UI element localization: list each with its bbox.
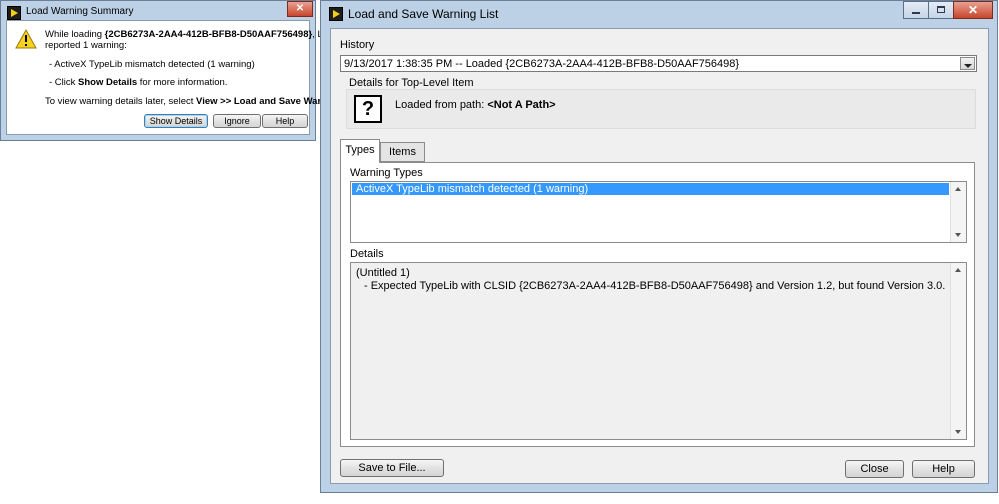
summary-client: While loading {2CB6273A-2AA4-412B-BFB8-D…	[6, 20, 363, 135]
main-close-caption-button[interactable]: ✕	[953, 1, 993, 19]
show-details-button[interactable]: Show Details	[144, 114, 208, 128]
details-label: Details	[350, 248, 384, 260]
history-value: 9/13/2017 1:38:35 PM -- Loaded {2CB6273A…	[344, 58, 740, 70]
details-line-1: (Untitled 1)	[356, 267, 410, 279]
history-dropdown[interactable]: 9/13/2017 1:38:35 PM -- Loaded {2CB6273A…	[340, 55, 977, 72]
warning-icon	[15, 29, 37, 49]
minimize-icon	[912, 12, 920, 14]
summary-line-1-prefix: While loading	[45, 29, 105, 40]
summary-line-1-id: {2CB6273A-2AA4-412B-BFB8-D50AAF756498}	[104, 29, 313, 40]
load-warning-summary-dialog: Load Warning Summary ✕ While loading {2C…	[0, 0, 363, 141]
main-client: History 9/13/2017 1:38:35 PM -- Loaded {…	[330, 28, 989, 484]
summary-help-button[interactable]: Help	[262, 114, 308, 128]
summary-hint: To view warning details later, select Vi…	[45, 96, 363, 108]
warning-types-label: Warning Types	[350, 167, 423, 179]
scroll-down-icon[interactable]	[955, 430, 961, 434]
close-icon: ✕	[295, 3, 305, 14]
loaded-path-value: <Not A Path>	[487, 99, 556, 111]
unknown-file-icon: ?	[354, 95, 382, 123]
summary-bullet-2-suffix: for more information.	[137, 77, 228, 88]
main-titlebar[interactable]: Load and Save Warning List ✕	[321, 1, 997, 25]
maximize-button[interactable]	[928, 1, 954, 19]
scroll-up-icon[interactable]	[955, 187, 961, 191]
summary-line-2: reported 1 warning:	[45, 40, 127, 51]
main-title: Load and Save Warning List	[348, 7, 499, 21]
summary-hint-prefix: To view warning details later, select	[45, 96, 197, 107]
summary-close-button[interactable]: ✕	[287, 1, 313, 17]
tab-types[interactable]: Types	[340, 139, 380, 163]
top-level-details-group: ? Loaded from path: <Not A Path>	[346, 89, 976, 129]
close-button[interactable]: Close	[845, 460, 904, 478]
details-scrollbar[interactable]	[950, 263, 966, 439]
loaded-path-text: Loaded from path: <Not A Path>	[395, 99, 556, 111]
maximize-icon	[937, 6, 945, 13]
details-top-label: Details for Top-Level Item	[349, 77, 474, 89]
minimize-button[interactable]	[903, 1, 929, 19]
help-button[interactable]: Help	[912, 460, 975, 478]
summary-bullet-2-bold: Show Details	[78, 77, 138, 88]
summary-bullet-2: - Click Show Details for more informatio…	[49, 77, 227, 89]
warning-types-list[interactable]: ActiveX TypeLib mismatch detected (1 war…	[350, 181, 967, 243]
warning-list-window: Load and Save Warning List ✕ History 9/1…	[320, 0, 998, 493]
tab-items[interactable]: Items	[380, 142, 425, 162]
ignore-button[interactable]: Ignore	[213, 114, 261, 128]
scroll-up-icon[interactable]	[955, 268, 961, 272]
warning-types-scrollbar[interactable]	[950, 182, 966, 242]
tab-panel: Warning Types ActiveX TypeLib mismatch d…	[340, 162, 975, 447]
labview-icon	[329, 7, 343, 21]
loaded-path-prefix: Loaded from path:	[395, 99, 488, 111]
scroll-down-icon[interactable]	[955, 233, 961, 237]
summary-bullet-1: - ActiveX TypeLib mismatch detected (1 w…	[49, 59, 255, 70]
chevron-down-icon[interactable]	[960, 57, 975, 70]
close-icon: ✕	[967, 3, 979, 17]
labview-icon	[7, 6, 21, 20]
summary-bullet-2-prefix: - Click	[49, 77, 79, 88]
list-item[interactable]: ActiveX TypeLib mismatch detected (1 war…	[352, 183, 949, 195]
details-text-box[interactable]: (Untitled 1) - Expected TypeLib with CLS…	[350, 262, 967, 440]
summary-title: Load Warning Summary	[26, 6, 134, 17]
details-line-2: - Expected TypeLib with CLSID {2CB6273A-…	[364, 280, 946, 292]
history-label: History	[340, 39, 375, 51]
save-to-file-button[interactable]: Save to File...	[340, 459, 444, 477]
